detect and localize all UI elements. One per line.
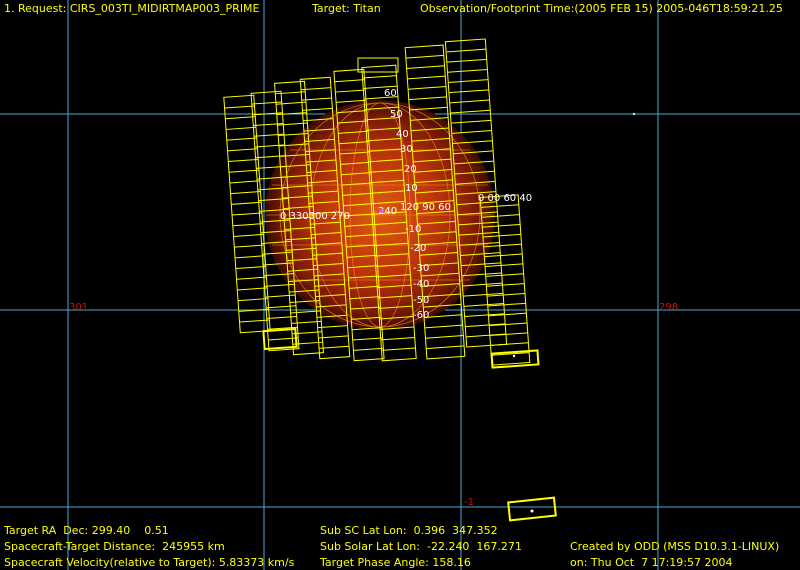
created-on: on: Thu Oct 7 17:19:57 2004 [570, 556, 733, 569]
footprint-segment [232, 223, 263, 227]
target-label: Target: Titan [312, 2, 381, 15]
footprint-segment [229, 169, 260, 173]
footprint-segment [335, 89, 366, 93]
created-by: Created by ODD (MSS D10.3.1-LINUX) [570, 540, 780, 553]
spacecraft-distance: Spacecraft-Target Distance: 245955 km [4, 540, 225, 553]
ra-label-right: 298 [659, 302, 679, 313]
footprint-segment [234, 244, 265, 248]
footprint-segment [489, 332, 528, 337]
lon-label-left: 0 330300 270 [280, 211, 350, 222]
footprint-segment [334, 79, 365, 83]
sub-sc-lat-lon: Sub SC Lat Lon: 0.396 347.352 [320, 524, 498, 537]
lat-label: 20 [404, 164, 417, 175]
footprint-segment [405, 54, 444, 59]
lat-label: 60 [384, 88, 397, 99]
footprint-segment [237, 287, 268, 291]
footprint-segment [230, 191, 261, 195]
lat-label: -10 [405, 224, 421, 235]
footprint-segment [352, 337, 383, 341]
observation-time: Observation/Footprint Time:(2005 FEB 15)… [420, 2, 783, 15]
footprint-segment [446, 58, 487, 63]
footprint-segment [448, 89, 489, 94]
footprint-segment [381, 347, 416, 351]
lat-label: 30 [400, 144, 413, 155]
sub-solar-lat-lon: Sub Solar Lat Lon: -22.240 167.271 [320, 540, 522, 553]
footprint-segment [450, 109, 491, 114]
footprint-segment [226, 126, 257, 130]
footprint-map: 60 50 40 30 20 10 -10 -20 -30 -40 -50 -6… [0, 0, 800, 570]
footprint-segment [237, 298, 268, 302]
lat-label: 10 [405, 183, 418, 194]
footprint-segment [239, 319, 270, 323]
odd-footprint-view: 60 50 40 30 20 10 -10 -20 -30 -40 -50 -6… [0, 0, 800, 570]
footprint-segment [490, 342, 529, 346]
footprint-segment [449, 99, 490, 104]
spacecraft-velocity: Spacecraft Velocity(relative to Target):… [4, 556, 295, 569]
footprint-strip [223, 94, 271, 334]
footprint-segment [231, 201, 262, 205]
footprint-segment [484, 263, 523, 268]
footprint-segment [227, 148, 258, 152]
footprint-segment [265, 294, 296, 298]
lat-label: -50 [413, 295, 429, 306]
lat-label: -30 [413, 263, 429, 274]
footprint-segment [232, 212, 262, 216]
footprint-segment [228, 158, 259, 163]
footprint-segment [407, 75, 446, 80]
footprint-segment [484, 253, 523, 258]
sub-spacecraft-marker [380, 209, 384, 213]
footprint-segment [408, 96, 447, 101]
footprint-marker [530, 509, 534, 513]
footprint-segment [266, 305, 296, 309]
footprint-segment [268, 337, 299, 341]
footprint-segment [234, 255, 265, 259]
footprint-segment [229, 180, 260, 184]
footprint-segment [451, 119, 492, 124]
footprint-segment [408, 86, 447, 90]
lat-label: -40 [413, 279, 429, 290]
footprint-segment [225, 116, 256, 120]
lon-label-equator-right: 0 00 60 40 [478, 193, 532, 204]
lon-label-right: 120 90 60 [400, 202, 451, 213]
footprint-segment [235, 265, 266, 270]
ra-label-left: 301 [69, 302, 89, 313]
target-ra-dec: Target RA Dec: 299.40 0.51 [4, 524, 169, 537]
target-phase-angle: Target Phase Angle: 158.16 [320, 556, 471, 569]
request-label: 1. Request: CIRS_003TI_MIDIRTMAP003_PRIM… [4, 2, 260, 15]
footprint-segment [424, 324, 463, 329]
footprint-segment [446, 48, 487, 53]
footprint-segment [406, 65, 445, 69]
dec-label-bottom: -1 [464, 497, 474, 508]
lat-label: -60 [413, 310, 429, 321]
footprint-segment [447, 69, 488, 73]
lat-label: -20 [410, 243, 426, 254]
footprint-segment [236, 276, 267, 280]
footprint-segment [362, 75, 397, 79]
footprint-marker [512, 354, 516, 358]
footprint-segment [353, 347, 384, 351]
footprint-segment [233, 233, 264, 237]
footprint-segment [226, 137, 257, 141]
lat-label: 40 [396, 129, 409, 140]
lat-label: 50 [390, 109, 403, 120]
footprint-segment [448, 79, 489, 83]
star-dot [632, 112, 636, 116]
footprint-segment [426, 345, 465, 350]
footprint-segment [380, 337, 415, 341]
footprint-segment [266, 315, 297, 320]
footprint-segment [224, 105, 255, 109]
footprint-segment [425, 335, 464, 339]
footprint-box-bottom [507, 496, 557, 522]
